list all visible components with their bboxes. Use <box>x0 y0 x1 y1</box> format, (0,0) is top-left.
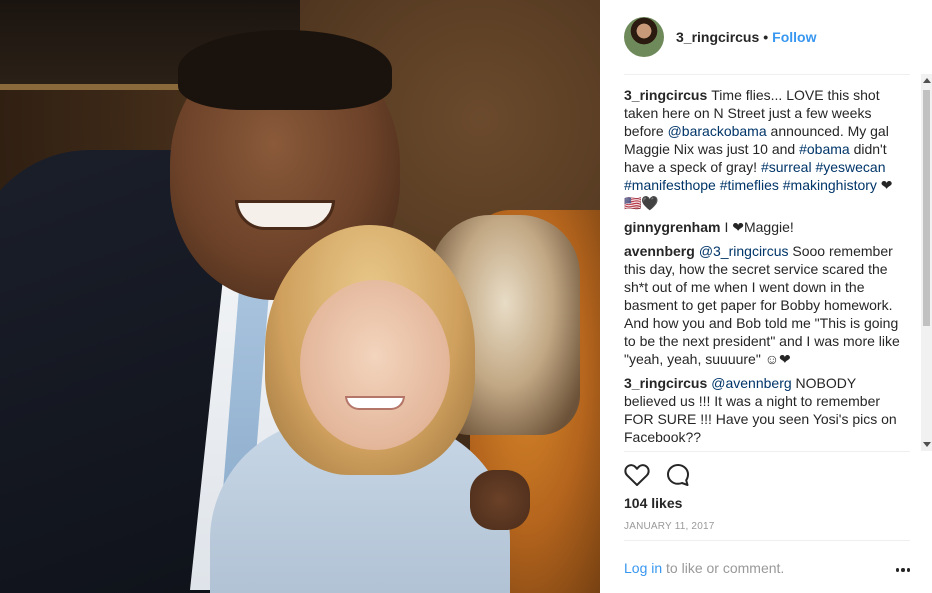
comment-text: Sooo remember this day, how the secret s… <box>624 243 900 367</box>
comments-list[interactable]: 3_ringcircus Time flies... LOVE this shot… <box>624 86 908 448</box>
hashtag-link[interactable]: #timeflies <box>720 177 779 193</box>
login-link[interactable]: Log in <box>624 560 662 576</box>
scroll-down-arrow-icon[interactable] <box>923 442 931 447</box>
follow-button[interactable]: Follow <box>772 29 816 45</box>
post-actions <box>624 460 690 490</box>
hashtag-link[interactable]: #yeswecan <box>815 159 885 175</box>
comment-item: ginnygrenham I ❤Maggie! <box>624 218 908 236</box>
more-options-icon[interactable] <box>893 560 913 580</box>
comments-scrollbar[interactable] <box>921 74 932 451</box>
header-divider <box>624 74 910 75</box>
scrollbar-thumb[interactable] <box>923 90 930 326</box>
mention-link[interactable]: @3_ringcircus <box>699 243 789 259</box>
comment-item: 3_ringcircus @avennberg NOBODY believed u… <box>624 374 908 446</box>
post-date[interactable]: JANUARY 11, 2017 <box>624 521 714 532</box>
comment-text: I ❤Maggie! <box>724 219 794 235</box>
comment-username[interactable]: ginnygrenham <box>624 219 720 235</box>
comment-item: 3_ringcircus Time flies... LOVE this shot… <box>624 86 908 212</box>
comment-username[interactable]: 3_ringcircus <box>624 87 707 103</box>
photo-man-smile <box>235 200 335 230</box>
post-username[interactable]: 3_ringcircus <box>676 29 759 45</box>
hashtag-link[interactable]: #makinghistory <box>783 177 877 193</box>
mention-link[interactable]: @barackobama <box>668 123 767 139</box>
more-dot <box>901 568 905 572</box>
login-prompt: Log in to like or comment. <box>624 560 784 576</box>
separator-dot: • <box>763 29 769 45</box>
post-photo[interactable] <box>0 0 600 593</box>
photo-girl-smile <box>345 396 405 410</box>
more-dot <box>895 568 900 572</box>
heart-icon[interactable] <box>624 463 650 487</box>
photo-man-hair <box>178 30 392 110</box>
footer-divider <box>624 540 910 541</box>
comment-item: avennberg @3_ringcircus Sooo remember thi… <box>624 242 908 368</box>
comment-bubble-icon[interactable] <box>666 463 690 487</box>
avatar[interactable] <box>624 17 664 57</box>
photo-girl-face <box>300 280 450 450</box>
hashtag-link[interactable]: #obama <box>799 141 850 157</box>
hashtag-link[interactable]: #surreal <box>761 159 812 175</box>
post-details-panel: 3_ringcircus • Follow 3_ringcircus Time f… <box>600 0 932 593</box>
comment-username[interactable]: avennberg <box>624 243 695 259</box>
post-header: 3_ringcircus • Follow <box>600 0 932 74</box>
likes-count[interactable]: 104 likes <box>624 495 682 511</box>
photo-hand <box>470 470 530 530</box>
mention-link[interactable]: @avennberg <box>711 375 791 391</box>
more-dot <box>906 568 911 572</box>
hashtag-link[interactable]: #manifesthope <box>624 177 716 193</box>
comments-divider <box>624 451 910 452</box>
comment-username[interactable]: 3_ringcircus <box>624 375 707 391</box>
login-prompt-text: to like or comment. <box>662 560 785 576</box>
scroll-up-arrow-icon[interactable] <box>923 78 931 83</box>
